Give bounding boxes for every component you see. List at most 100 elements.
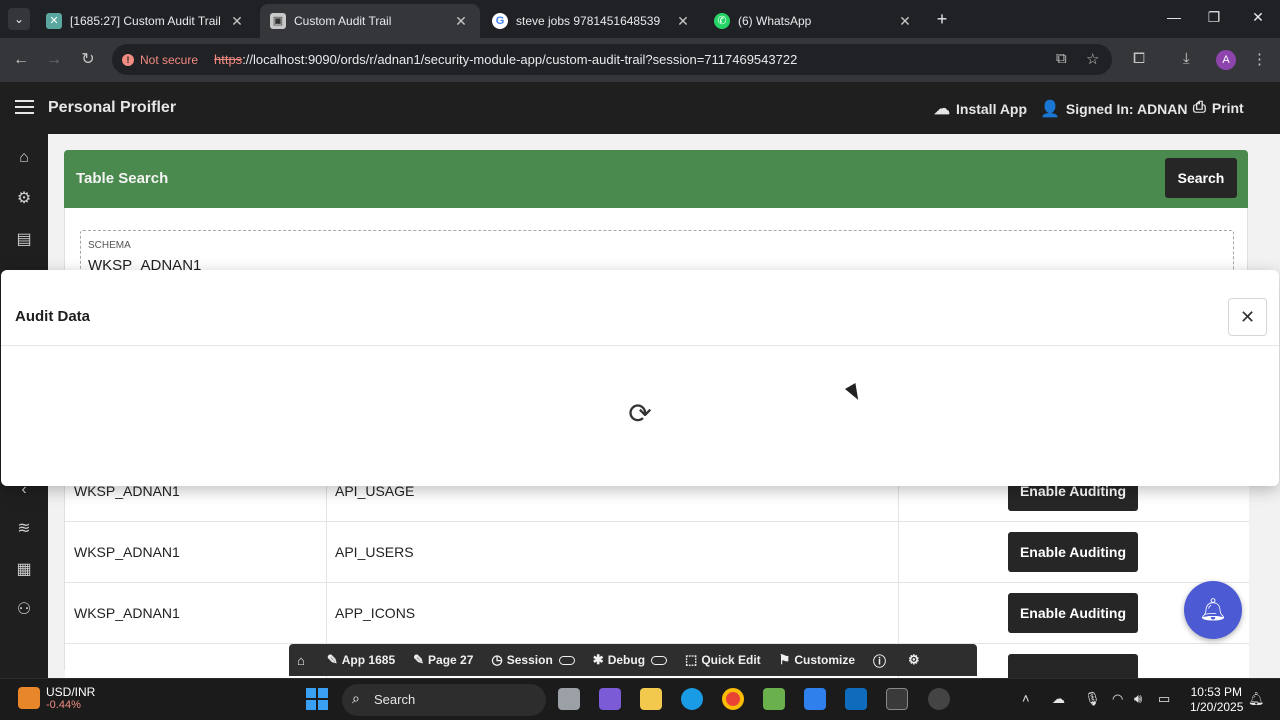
notification-icon[interactable]: 🔔︎ bbox=[1248, 691, 1265, 707]
workflow-icon[interactable]: ⚇ bbox=[14, 600, 34, 620]
menu-toggle-icon[interactable] bbox=[15, 100, 34, 114]
profile-avatar[interactable]: A bbox=[1216, 50, 1236, 70]
browser-tab[interactable]: ✕ [1685:27] Custom Audit Trail ✕ bbox=[36, 4, 256, 38]
clock-date: 1/20/2025 bbox=[1190, 700, 1244, 714]
tab-close-icon[interactable]: ✕ bbox=[674, 13, 692, 30]
user-menu[interactable]: 👤 Signed In: ADNAN bbox=[1040, 99, 1188, 119]
home-icon[interactable]: ⌂ bbox=[14, 148, 34, 168]
dev-session-link[interactable]: ◷ Session bbox=[491, 652, 575, 668]
dev-info-icon[interactable]: ⓘ bbox=[873, 651, 890, 670]
dev-settings-icon[interactable]: ⚙ bbox=[908, 652, 924, 668]
calculator-icon[interactable]: ▦ bbox=[14, 560, 34, 580]
tab-search-menu-icon[interactable]: ⌄ bbox=[8, 8, 30, 30]
apex-builder-icon: ✕ bbox=[46, 13, 62, 29]
chrome-icon[interactable] bbox=[722, 688, 744, 710]
browser-tabstrip: ⌄ ✕ [1685:27] Custom Audit Trail ✕ ▣ Cus… bbox=[0, 0, 1280, 38]
url-scheme: https bbox=[214, 52, 243, 67]
enable-auditing-button[interactable]: Enable Auditing bbox=[1008, 593, 1138, 633]
dev-app-link[interactable]: ✎ App 1685 bbox=[327, 652, 395, 668]
session-toggle-icon[interactable] bbox=[558, 655, 575, 665]
dev-customize-label: Customize bbox=[794, 653, 856, 667]
battery-icon[interactable]: ▭ bbox=[1158, 691, 1170, 707]
grid-icon[interactable]: ▤ bbox=[14, 230, 34, 250]
forward-icon[interactable]: → bbox=[43, 49, 65, 71]
task-view-icon[interactable] bbox=[558, 688, 580, 710]
bookmark-star-icon[interactable]: ☆ bbox=[1086, 50, 1099, 68]
browser-menu-icon[interactable]: ⋮ bbox=[1252, 50, 1267, 68]
network-off-icon[interactable]: ☁ bbox=[1052, 691, 1065, 707]
dev-home-icon[interactable]: ⌂ bbox=[297, 653, 309, 668]
terminal-icon[interactable] bbox=[886, 688, 908, 710]
widget-ticker[interactable]: USD/INR -0.44% bbox=[18, 685, 95, 711]
security-indicator[interactable]: ! Not secure bbox=[122, 50, 198, 69]
warning-icon: ! bbox=[122, 53, 134, 66]
gear-icon[interactable]: ⚙ bbox=[14, 189, 34, 209]
volume-icon[interactable]: 🔊︎ bbox=[1134, 691, 1142, 707]
extensions-icon[interactable]: ⧠ bbox=[1133, 50, 1145, 67]
dev-app-label: App 1685 bbox=[341, 653, 396, 667]
user-icon: 👤 bbox=[1040, 101, 1060, 118]
dialog-close-icon[interactable]: ✕ bbox=[1228, 298, 1267, 336]
app-icon[interactable] bbox=[763, 688, 785, 710]
new-tab-icon[interactable]: + bbox=[932, 9, 952, 30]
copilot-icon[interactable] bbox=[599, 688, 621, 710]
wifi-icon[interactable]: ◠ bbox=[1112, 691, 1123, 707]
browser-tab-active[interactable]: ▣ Custom Audit Trail ✕ bbox=[260, 4, 480, 38]
browser-tab[interactable]: ✆ (6) WhatsApp ✕ bbox=[704, 4, 924, 38]
clock-icon: ◷ bbox=[491, 652, 503, 667]
enable-auditing-button[interactable]: Enable Auditing bbox=[1008, 532, 1138, 572]
back-icon[interactable]: ← bbox=[10, 49, 32, 71]
debug-toggle-icon[interactable] bbox=[651, 655, 668, 665]
file-explorer-icon[interactable] bbox=[640, 688, 662, 710]
search-button[interactable]: Search bbox=[1165, 158, 1237, 198]
address-bar[interactable]: ! Not secure https://localhost:9090/ords… bbox=[112, 44, 1112, 75]
rss-icon[interactable]: ≋ bbox=[14, 519, 34, 539]
edge-icon[interactable] bbox=[681, 688, 703, 710]
dev-page-link[interactable]: ✎ Page 27 bbox=[413, 652, 473, 668]
outlook-icon[interactable] bbox=[845, 688, 867, 710]
notification-bell-icon[interactable]: 🔔︎ bbox=[1184, 581, 1242, 639]
page-edit-icon: ✎ bbox=[413, 652, 425, 667]
tab-close-icon[interactable]: ✕ bbox=[896, 13, 914, 30]
print-link[interactable]: ⎙ Print bbox=[1193, 99, 1244, 117]
dev-quick-edit-label: Quick Edit bbox=[701, 653, 761, 667]
tab-title: (6) WhatsApp bbox=[738, 14, 812, 28]
browser-tab[interactable]: G steve jobs 9781451648539 ✕ bbox=[482, 4, 702, 38]
currency-chart-icon bbox=[18, 687, 40, 709]
enable-auditing-button[interactable] bbox=[1008, 654, 1138, 678]
taskbar-search[interactable]: ⌕ Search bbox=[342, 684, 546, 716]
dev-customize-link[interactable]: ⚑ Customize bbox=[779, 652, 855, 668]
install-app-link[interactable]: ☁ Install App bbox=[934, 99, 1027, 119]
column-divider bbox=[326, 583, 327, 644]
download-icon[interactable]: ⤓ bbox=[1183, 50, 1190, 67]
paint-roller-icon: ⚑ bbox=[778, 652, 791, 667]
browser-toolbar: ← → ↻ ! Not secure https://localhost:909… bbox=[0, 38, 1280, 82]
printer-icon: ⎙ bbox=[1193, 99, 1206, 116]
dev-debug-link[interactable]: ✱ Debug bbox=[593, 652, 668, 668]
url-text[interactable]: https://localhost:9090/ords/r/adnan1/sec… bbox=[214, 52, 797, 67]
whatsapp-icon: ✆ bbox=[714, 13, 730, 29]
dialog-title: Audit Data bbox=[15, 308, 90, 325]
column-divider bbox=[326, 522, 327, 583]
apex-app-icon: ▣ bbox=[270, 13, 286, 29]
system-clock[interactable]: 10:53 PM 1/20/2025 bbox=[1190, 685, 1244, 715]
dev-quick-edit-link[interactable]: ⬚ Quick Edit bbox=[685, 652, 761, 668]
print-label: Print bbox=[1211, 100, 1244, 116]
app-header: Personal Proifler ☁ Install App 👤 Signed… bbox=[0, 82, 1280, 134]
reload-icon[interactable]: ↻ bbox=[77, 49, 99, 71]
app-title[interactable]: Personal Proifler bbox=[48, 99, 176, 117]
store-icon[interactable] bbox=[804, 688, 826, 710]
tab-close-icon[interactable]: ✕ bbox=[228, 13, 246, 30]
windows-start-icon[interactable] bbox=[306, 688, 328, 710]
install-page-icon[interactable]: ⧉ bbox=[1056, 50, 1067, 67]
region-title: Table Search bbox=[76, 170, 169, 187]
tray-chevron-icon[interactable]: ˄ bbox=[1022, 691, 1030, 706]
maximize-icon[interactable]: ❐ bbox=[1204, 9, 1224, 26]
ticker-change: -0.44% bbox=[46, 699, 81, 711]
tab-close-icon[interactable]: ✕ bbox=[452, 13, 470, 30]
window-close-icon[interactable]: ✕ bbox=[1248, 9, 1268, 26]
microphone-icon[interactable]: 🎙︎ bbox=[1084, 691, 1101, 707]
tab-title: steve jobs 9781451648539 bbox=[516, 14, 661, 28]
minimize-icon[interactable]: — bbox=[1164, 9, 1184, 25]
obs-icon[interactable] bbox=[928, 688, 950, 710]
